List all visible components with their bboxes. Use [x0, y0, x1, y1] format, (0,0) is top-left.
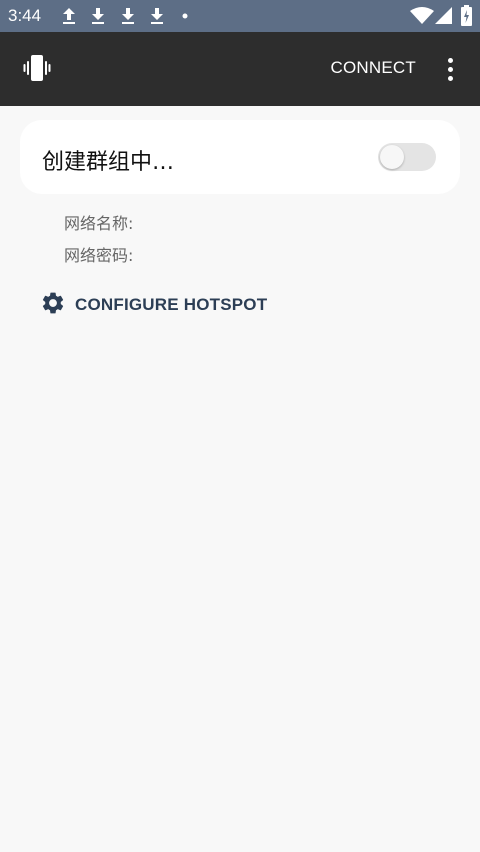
status-bar: 3:44	[0, 0, 480, 32]
configure-hotspot-button[interactable]: CONFIGURE HOTSPOT	[40, 290, 267, 320]
network-name-label: 网络名称:	[64, 214, 134, 233]
connect-button[interactable]: CONNECT	[331, 58, 416, 78]
signal-icon	[435, 7, 453, 25]
status-time: 3:44	[8, 6, 42, 25]
download-icon	[90, 6, 106, 26]
wifi-icon	[410, 7, 434, 25]
network-password-label: 网络密码:	[64, 246, 134, 265]
app-bar: CONNECT	[0, 32, 480, 106]
upload-icon	[61, 6, 77, 26]
more-vert-icon[interactable]	[440, 56, 460, 84]
configure-hotspot-label: CONFIGURE HOTSPOT	[75, 295, 268, 314]
download-icon	[149, 6, 165, 26]
phone-vibrate-icon	[22, 53, 52, 87]
gear-icon	[40, 290, 66, 320]
group-status-title: 创建群组中…	[42, 150, 175, 175]
notification-dot-icon	[182, 13, 188, 19]
toggle-knob	[380, 145, 404, 169]
download-icon	[120, 6, 136, 26]
group-status-card: 创建群组中…	[20, 120, 460, 194]
group-toggle-switch[interactable]	[378, 143, 436, 171]
battery-charging-icon	[461, 5, 472, 26]
